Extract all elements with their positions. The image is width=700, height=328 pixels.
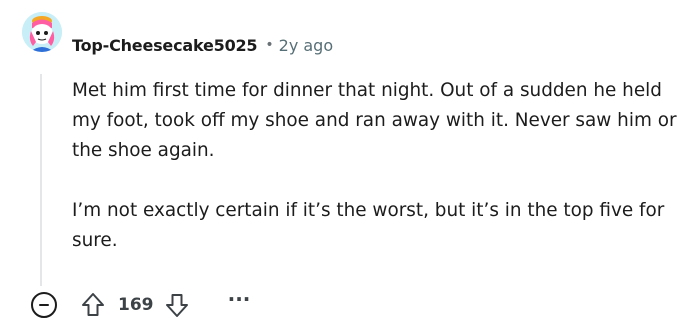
vote-count: 169	[118, 295, 154, 315]
username-link[interactable]: Top-Cheesecake5025	[72, 36, 258, 55]
comment-paragraph: I’m not exactly certain if it’s the wors…	[72, 200, 665, 251]
comment-paragraph: Met him first time for dinner that night…	[72, 80, 677, 161]
timestamp[interactable]: 2y ago	[279, 36, 333, 55]
downvote-arrow-icon[interactable]	[164, 291, 190, 319]
collapse-icon	[39, 303, 49, 307]
avatar-snoo-icon	[22, 12, 62, 52]
upvote-arrow-icon[interactable]	[80, 291, 106, 319]
meta-separator: •	[265, 37, 274, 53]
comment-meta: Top-Cheesecake5025 • 2y ago	[72, 32, 333, 58]
more-options-button[interactable]: ···	[224, 288, 254, 316]
thread-line[interactable]	[40, 74, 42, 286]
comment-actions: 169 ···	[0, 288, 700, 322]
collapse-button[interactable]	[31, 292, 57, 318]
comment-body: Met him first time for dinner that night…	[72, 76, 682, 256]
avatar[interactable]	[22, 12, 62, 52]
